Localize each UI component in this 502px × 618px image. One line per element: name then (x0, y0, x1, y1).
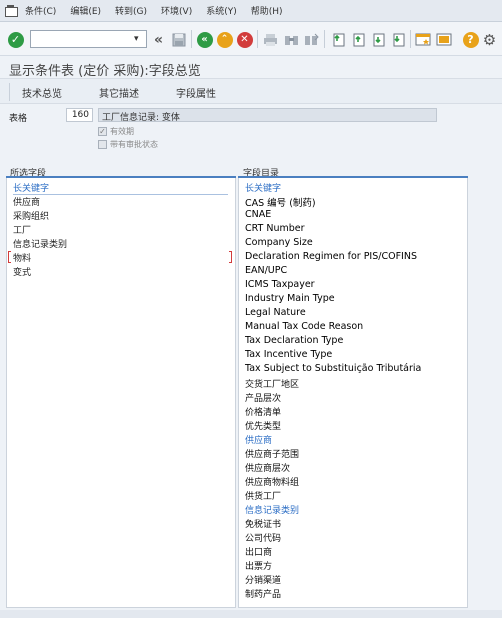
menu-conditions[interactable]: 条件(C) (25, 4, 56, 17)
list-item[interactable]: 供应商 (13, 195, 40, 208)
catalog-item[interactable]: 免税证书 (245, 517, 281, 530)
catalog-item[interactable]: 供应商物料组 (245, 475, 299, 488)
catalog-item[interactable]: 供应商子范围 (245, 447, 299, 460)
command-field[interactable] (30, 30, 147, 48)
toolbar: ✓ ▾ « « ⌃ ✕ ? ⚙ (0, 22, 502, 56)
print-icon[interactable] (262, 31, 279, 48)
last-page-icon[interactable] (389, 31, 406, 48)
release-status-checkbox[interactable]: 带有审批状态 (98, 138, 248, 150)
help-icon[interactable]: ? (462, 31, 479, 48)
catalog-item[interactable]: CNAE (245, 209, 271, 220)
checkbox-unchecked-icon[interactable] (98, 139, 107, 149)
find-next-icon[interactable] (303, 31, 320, 48)
valid-period-label: 有效期 (110, 126, 134, 136)
catalog-item[interactable]: ICMS Taxpayer (245, 279, 315, 290)
status-bar (0, 610, 502, 618)
catalog-item[interactable]: 供应商 (245, 433, 272, 446)
field-catalog-list: 长关键字 CAS 编号 (制药) CNAE CRT Number Company… (238, 176, 468, 608)
list-item-selected[interactable]: 物料 (8, 251, 232, 264)
catalog-item[interactable]: 长关键字 (245, 181, 281, 194)
selected-fields-header-line (6, 176, 236, 178)
catalog-item[interactable]: Industry Main Type (245, 293, 335, 304)
tab-separator (9, 83, 10, 101)
new-session-icon[interactable] (414, 31, 431, 48)
next-page-icon[interactable] (369, 31, 386, 48)
catalog-item[interactable]: EAN/UPC (245, 265, 287, 276)
settings-icon[interactable]: ⚙ (481, 31, 498, 49)
prev-page-icon[interactable] (349, 31, 366, 48)
list-item-label: 物料 (13, 254, 32, 264)
catalog-item[interactable]: 价格清单 (245, 405, 281, 418)
catalog-item[interactable]: Legal Nature (245, 307, 306, 318)
catalog-item[interactable]: Tax Declaration Type (245, 335, 343, 346)
cancel-icon[interactable]: ✕ (236, 31, 253, 48)
list-item[interactable]: 长关键字 (13, 181, 228, 195)
catalog-item[interactable]: Tax Incentive Type (245, 349, 332, 360)
selected-fields-list: 长关键字 供应商 采购组织 工厂 信息记录类别 物料 变式 (6, 176, 236, 608)
exit-icon[interactable]: ⌃ (216, 31, 233, 48)
toolbar-separator (191, 30, 192, 48)
selection-bracket-right (229, 251, 232, 263)
valid-period-checkbox[interactable]: ✓ 有效期 (98, 125, 248, 137)
catalog-item[interactable]: 出票方 (245, 559, 272, 572)
catalog-item[interactable]: 供应商层次 (245, 461, 290, 474)
catalog-item[interactable]: Declaration Regimen for PIS/COFINS (245, 251, 417, 262)
catalog-item[interactable]: CAS 编号 (制药) (245, 195, 316, 209)
catalog-item[interactable]: 供货工厂 (245, 489, 281, 502)
menu-help[interactable]: 帮助(H) (251, 4, 283, 17)
page-title: 显示条件表 (定价 采购):字段总览 (9, 64, 201, 79)
table-description-field: 工厂信息记录: 变体 (98, 108, 437, 123)
check-icon[interactable]: ✓ (7, 31, 24, 48)
tab-other-description[interactable]: 其它描述 (99, 85, 139, 100)
chevron-down-icon[interactable]: ▾ (134, 34, 139, 44)
tab-strip: 技术总览 其它描述 字段属性 (0, 78, 502, 104)
list-item[interactable]: 变式 (13, 265, 31, 278)
catalog-item[interactable]: Tax Subject to Substituição Tributária (245, 363, 421, 374)
catalog-item[interactable]: 信息记录类别 (245, 503, 299, 516)
catalog-item[interactable]: 交货工厂地区 (245, 377, 299, 390)
save-icon[interactable] (170, 31, 187, 48)
catalog-item[interactable]: 优先类型 (245, 419, 281, 432)
table-number-field[interactable]: 160 (66, 108, 93, 122)
list-item[interactable]: 采购组织 (13, 209, 49, 222)
toolbar-separator (324, 30, 325, 48)
catalog-item[interactable]: 分销渠道 (245, 573, 281, 586)
menu-environment[interactable]: 环境(V) (161, 4, 192, 17)
menu-system[interactable]: 系统(Y) (206, 4, 237, 17)
first-page-icon[interactable] (329, 31, 346, 48)
catalog-item[interactable]: Manual Tax Code Reason (245, 321, 363, 332)
list-item[interactable]: 信息记录类别 (13, 237, 67, 250)
back-nav-icon[interactable]: « (150, 31, 167, 48)
catalog-item[interactable]: Company Size (245, 237, 313, 248)
catalog-item[interactable]: CRT Number (245, 223, 305, 234)
menu-goto[interactable]: 转到(G) (115, 4, 147, 17)
checkbox-checked-icon[interactable]: ✓ (98, 126, 107, 136)
catalog-item[interactable]: 产品层次 (245, 391, 281, 404)
menu-logo-icon[interactable] (5, 4, 19, 17)
menu-bar: 条件(C) 编辑(E) 转到(G) 环境(V) 系统(Y) 帮助(H) (0, 0, 502, 22)
shortcut-icon[interactable] (435, 31, 452, 48)
selection-bracket-left (8, 251, 11, 263)
toolbar-separator (410, 30, 411, 48)
tab-field-attributes[interactable]: 字段属性 (176, 85, 216, 100)
tab-technical-overview[interactable]: 技术总览 (22, 85, 62, 100)
release-status-label: 带有审批状态 (110, 139, 158, 149)
menu-edit[interactable]: 编辑(E) (70, 4, 101, 17)
field-catalog-header-line (238, 176, 468, 178)
catalog-item[interactable]: 制药产品 (245, 587, 281, 600)
catalog-item[interactable]: 公司代码 (245, 531, 281, 544)
list-item[interactable]: 工厂 (13, 223, 31, 236)
find-icon[interactable] (283, 31, 300, 48)
catalog-item[interactable]: 出口商 (245, 545, 272, 558)
toolbar-separator (257, 30, 258, 48)
table-label: 表格 (9, 114, 28, 124)
back-icon[interactable]: « (196, 31, 213, 48)
